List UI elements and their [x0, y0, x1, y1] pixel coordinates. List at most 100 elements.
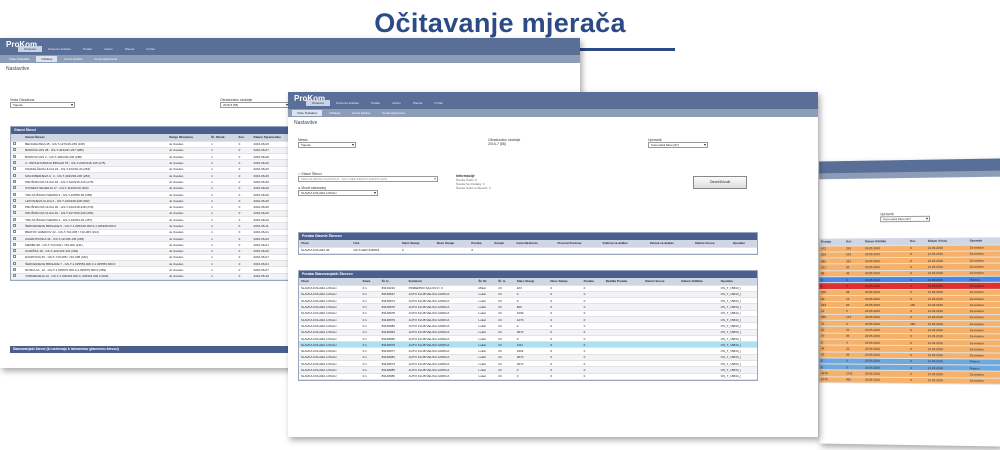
tab-konto-zgodovina[interactable]: Konto Zgodovina [377, 110, 410, 116]
filter-group: Vrsta Obračuna Tsjesta [10, 98, 75, 108]
tab-konto-zgodovina[interactable]: Konto Zgodovina [89, 56, 122, 62]
tab-podaci[interactable]: Podaci [365, 100, 386, 106]
tab-shema[interactable]: Shema [119, 46, 141, 52]
app-header: ProKom Osnovno Osnovne Entitete Podaci Admi… [0, 38, 580, 55]
tab-osnovne-entitete[interactable]: Osnovne Entitete [42, 46, 77, 52]
column-header[interactable]: Cena Na Enoto [514, 240, 556, 248]
column-header[interactable]: Novo Stanje [434, 240, 470, 248]
row-checkbox[interactable] [13, 217, 16, 221]
row-checkbox[interactable] [13, 249, 16, 253]
column-header[interactable]: Št. Dr. [476, 278, 497, 286]
row-checkbox[interactable] [13, 255, 16, 259]
period-select[interactable]: 2016-5 [56] [220, 102, 290, 108]
row-checkbox[interactable] [13, 236, 16, 240]
tab-vrste-podataka[interactable]: Vrste Podataka [4, 56, 34, 62]
table-cell [679, 373, 719, 380]
tab-konto-kartice[interactable]: Konto Kartice [59, 56, 87, 62]
row-checkbox[interactable] [13, 242, 16, 246]
column-header[interactable]: Uvd. [351, 240, 400, 248]
column-header[interactable]: Zmnek za delitev [647, 240, 694, 248]
refresh-button[interactable]: Osveži/Uvoži [693, 176, 747, 189]
row-checkbox[interactable] [13, 261, 16, 265]
row-checkbox[interactable] [13, 161, 16, 165]
colored-grid: Poraba Kol. Datum Odčitka Kor. Datum Vnosa Op… [819, 237, 1000, 385]
column-header[interactable]: Opombe [718, 278, 757, 286]
tab-vrste-podatkov[interactable]: Vrste Podatkov [292, 110, 323, 116]
column-header[interactable]: Poraba [469, 240, 493, 248]
grid-title: Poraba Stanovanjskih Števcev [299, 271, 757, 278]
table-row[interactable]: SLAVKA KOLARA LOKALI 0.1 83148986 AUTO KLUB… [299, 373, 757, 380]
stanovanjski-poraba-grid: Poraba Stanovanjskih Števcev Vhod Kvad. Št… [298, 270, 758, 381]
row-checkbox[interactable] [13, 274, 16, 278]
tab-o-nas[interactable]: O Nas [428, 100, 449, 106]
table-row[interactable]: TURNERJEVA 10 - GS-T-1.006304.000.0-.006… [11, 273, 299, 281]
company-group: Upravnik Komunalni More [37] [880, 212, 931, 223]
tab-podaci[interactable]: Podaci [77, 46, 98, 52]
row-checkbox[interactable] [13, 205, 16, 209]
tab-admin[interactable]: Admin [98, 46, 119, 52]
table-cell: 0 [514, 373, 549, 380]
tab-očitanje[interactable]: Očitanje [324, 110, 345, 116]
row-checkbox[interactable] [13, 148, 16, 152]
column-header[interactable]: Količna za delitev [600, 240, 648, 248]
row-checkbox[interactable] [13, 211, 16, 215]
row-checkbox[interactable] [13, 154, 16, 158]
table-cell [603, 373, 644, 380]
table-cell [647, 247, 694, 254]
column-header[interactable]: Datum Odčitka [679, 278, 719, 286]
sub-tabs: Vrste Podatkov Očitanje Konto Kartice Konto… [288, 109, 818, 117]
column-header[interactable]: Novo Stanje [548, 278, 582, 286]
glavni-poraba-grid: Poraba Glavnih Števcev Vhod Uvd. Staro Sta… [298, 232, 758, 255]
column-header[interactable]: Št. Iz. [496, 278, 515, 286]
row-checkbox[interactable] [13, 142, 16, 146]
column-header[interactable]: Staro Stanje [514, 278, 549, 286]
row-checkbox[interactable] [13, 192, 16, 196]
tab-o-nas[interactable]: O Nas [140, 46, 161, 52]
column-header-check [11, 134, 24, 142]
column-header[interactable]: Procent Poravne [555, 240, 601, 248]
column-header[interactable]: Komitent [406, 278, 477, 286]
column-header[interactable]: Poraba [581, 278, 604, 286]
table-cell [600, 247, 648, 254]
table-cell: Lokal [476, 373, 497, 380]
tab-osnovne-entitete[interactable]: Osnovne Entitete [330, 100, 365, 106]
tab-očitanje[interactable]: Očitanje [36, 56, 58, 62]
row-checkbox[interactable] [13, 186, 16, 190]
row-checkbox[interactable] [13, 224, 16, 227]
column-header[interactable]: Št. Obrač. [209, 134, 237, 142]
row-checkbox[interactable] [13, 179, 16, 183]
company-select[interactable]: Komunalni More [37] [648, 142, 708, 148]
row-checkbox[interactable] [13, 268, 16, 272]
column-header[interactable]: Zmnek [492, 240, 515, 248]
tab-osnovno[interactable]: Osnovno [18, 46, 43, 52]
row-checkbox[interactable] [13, 167, 16, 171]
tab-konto-kartice[interactable]: Konto Kartice [347, 110, 375, 116]
table-cell: 83148986 [379, 373, 407, 380]
company-select[interactable]: Komunalni More [37] [880, 215, 931, 223]
filter-select[interactable]: Tsjesta [10, 102, 75, 108]
table-row[interactable]: 1076 462 29.05.2016 0 21.03.2016 Za izračun [819, 376, 1000, 385]
column-header[interactable]: Stanje Obračuna [167, 134, 210, 142]
column-header[interactable]: Datum Vnosa [643, 278, 680, 286]
column-header[interactable]: Št. Iz. [379, 278, 407, 286]
row-checkbox[interactable] [13, 198, 16, 202]
tab-shema[interactable]: Shema [407, 100, 429, 106]
period-value: 2016-7 [58] [488, 142, 506, 146]
fade-overlay [819, 407, 1000, 447]
tab-admin[interactable]: Admin [386, 100, 407, 106]
column-header[interactable]: Opombe [730, 240, 757, 248]
column-header[interactable]: Kor. [236, 134, 252, 142]
column-header[interactable]: Razlika Poraba [603, 278, 644, 286]
place-select[interactable]: Tsjesta [298, 142, 356, 148]
column-header[interactable]: Kvad. [360, 278, 380, 286]
tab-osnovno[interactable]: Osnovno [306, 100, 331, 106]
row-checkbox[interactable] [13, 173, 16, 177]
column-header[interactable]: Vhod [299, 278, 361, 286]
column-header[interactable]: Datum Vnosa [693, 240, 731, 248]
glavni-select[interactable]: KRALJA PETRA SVAČIĆA 8 - GS-T-HEP-336/97… [298, 176, 438, 182]
row-checkbox[interactable] [13, 230, 16, 234]
column-header[interactable]: Vhod [299, 240, 352, 248]
vhodi-select[interactable]: SLAVKA KOLARA LOKALI [298, 190, 378, 196]
column-header[interactable]: Staro Stanje [399, 240, 435, 248]
column-header[interactable]: Glavni Števec [23, 134, 167, 142]
